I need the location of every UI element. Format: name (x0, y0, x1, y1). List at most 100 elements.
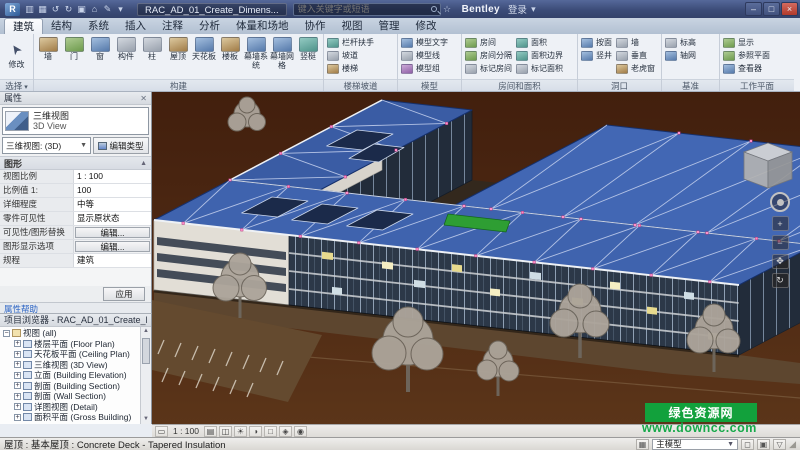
help-search[interactable] (293, 3, 441, 16)
railing-button[interactable]: 栏杆扶手 (325, 36, 376, 49)
exclude-options-icon[interactable]: ◻ (741, 439, 754, 450)
expand-box-icon[interactable]: + (14, 382, 21, 389)
visibility-edit-button[interactable]: 编辑... (75, 227, 150, 238)
room-separator-button[interactable]: 房间分隔 (463, 49, 514, 62)
viewcube[interactable] (744, 143, 792, 188)
wall-opening-button[interactable]: 墙 (614, 36, 641, 49)
apply-button[interactable]: 应用 (103, 287, 145, 301)
model-text-button[interactable]: 模型文字 (399, 36, 450, 49)
scale-value[interactable]: 100 (74, 184, 151, 197)
app-logo[interactable]: R (5, 3, 20, 16)
steering-wheel-icon[interactable] (770, 192, 790, 212)
section-graphics[interactable]: 图形 ▲ (0, 156, 151, 170)
tab-analyze[interactable]: 分析 (191, 18, 228, 34)
crop-view-icon[interactable]: □ (264, 426, 277, 437)
viewer-button[interactable]: 查看器 (721, 62, 764, 75)
graphic-display-edit-button[interactable]: 编辑... (75, 241, 150, 252)
area-boundary-button[interactable]: 面积边界 (514, 49, 565, 62)
expand-box-icon[interactable]: + (14, 393, 21, 400)
tab-manage[interactable]: 管理 (371, 18, 408, 34)
tab-view[interactable]: 视图 (334, 18, 371, 34)
scale-icon[interactable]: ▭ (155, 426, 168, 437)
model-line-button[interactable]: 模型线 (399, 49, 442, 62)
parts-visibility-value[interactable]: 显示原状态 (74, 212, 151, 225)
window-button[interactable]: 窗 (87, 36, 113, 62)
modify-icon[interactable]: ✎ (101, 3, 114, 16)
signin-button[interactable]: 登录 (508, 2, 527, 16)
view-scale-button[interactable]: 1 : 100 (170, 426, 202, 436)
search-input[interactable] (298, 4, 426, 15)
wall-button[interactable]: 墙 (35, 36, 61, 62)
maximize-button[interactable]: □ (763, 2, 780, 16)
tag-room-button[interactable]: 标记房间 (463, 62, 514, 75)
tab-collaborate[interactable]: 协作 (297, 18, 334, 34)
expand-box-icon[interactable]: + (14, 403, 21, 410)
component-button[interactable]: 构件 (113, 36, 139, 62)
tab-systems[interactable]: 系统 (80, 18, 117, 34)
shaft-opening-button[interactable]: 竖井 (579, 49, 614, 62)
detail-level-icon[interactable]: ▤ (204, 426, 217, 437)
instance-selector[interactable]: 三维视图: (3D) ▼ (2, 137, 91, 154)
expand-box-icon[interactable]: + (14, 361, 21, 368)
scrollbar-thumb[interactable] (142, 338, 150, 364)
collapse-box-icon[interactable]: − (3, 330, 10, 337)
tab-massing-site[interactable]: 体量和场地 (228, 18, 297, 34)
sun-path-icon[interactable]: ☀ (234, 426, 247, 437)
print-icon[interactable]: ▣ (75, 3, 88, 16)
level-button[interactable]: 标高 (663, 36, 698, 49)
area-button[interactable]: 面积 (514, 36, 549, 49)
close-icon[interactable]: ✕ (140, 92, 147, 104)
shadows-icon[interactable]: ◑ (249, 426, 262, 437)
redo-icon[interactable]: ↻ (62, 3, 75, 16)
minimize-button[interactable]: – (745, 2, 762, 16)
expand-box-icon[interactable]: + (14, 414, 21, 421)
curtain-system-button[interactable]: 幕墙系统 (243, 36, 269, 70)
ceiling-button[interactable]: 天花板 (191, 36, 217, 62)
tab-modify[interactable]: 修改 (408, 18, 445, 34)
room-button[interactable]: 房间 (463, 36, 498, 49)
stair-button[interactable]: 楼梯 (325, 62, 360, 75)
crop-region-icon[interactable]: ◈ (279, 426, 292, 437)
floor-button[interactable]: 楼板 (217, 36, 243, 62)
zoom-out-icon[interactable]: − (772, 235, 789, 250)
ref-plane-button[interactable]: 参照平面 (721, 49, 772, 62)
signin-caret-icon[interactable]: ▾ (527, 3, 540, 16)
column-button[interactable]: 柱 (139, 36, 165, 62)
expand-box-icon[interactable]: + (14, 351, 21, 358)
tab-architecture[interactable]: 建筑 (4, 18, 43, 34)
tag-area-button[interactable]: 标记面积 (514, 62, 565, 75)
view-scale-value[interactable]: 1 : 100 (74, 170, 151, 183)
quick-access-caret-icon[interactable]: ▾ (114, 3, 127, 16)
modify-button[interactable]: ➤ 修改 (2, 36, 32, 70)
show-workplane-button[interactable]: 显示 (721, 36, 756, 49)
visual-style-icon[interactable]: ◫ (219, 426, 232, 437)
home-icon[interactable]: ⌂ (88, 3, 101, 16)
detail-level-value[interactable]: 中等 (74, 198, 151, 211)
tree-item-area-plan[interactable]: +面积平面 (Gross Building) (0, 412, 140, 423)
ramp-button[interactable]: 坡道 (325, 49, 360, 62)
mullion-button[interactable]: 竖梃 (295, 36, 321, 62)
orbit-icon[interactable]: ↻ (772, 273, 789, 288)
panel-label-select[interactable]: 选择 (0, 79, 33, 91)
undo-icon[interactable]: ↺ (49, 3, 62, 16)
pan-icon[interactable]: ✥ (772, 254, 789, 269)
reveal-hidden-icon[interactable]: ◉ (294, 426, 307, 437)
star-icon[interactable]: ☆ (441, 3, 454, 16)
worksets-icon[interactable]: ▦ (636, 439, 649, 450)
model-group-button[interactable]: 模型组 (399, 62, 442, 75)
grid-button[interactable]: 轴网 (663, 49, 698, 62)
by-face-opening-button[interactable]: 按面 (579, 36, 614, 49)
expand-box-icon[interactable]: + (14, 372, 21, 379)
roof-button[interactable]: 屋顶 (165, 36, 191, 62)
design-option-select[interactable]: 主模型 ▼ (652, 439, 738, 450)
save-icon[interactable]: ▦ (36, 3, 49, 16)
vertical-opening-button[interactable]: 垂直 (614, 49, 649, 62)
drawing-area[interactable]: + − ✥ ↻ 绿色资源网 (152, 92, 800, 424)
type-selector[interactable]: 三维视图 3D View (2, 107, 149, 135)
dormer-opening-button[interactable]: 老虎窗 (614, 62, 657, 75)
expand-box-icon[interactable]: + (14, 340, 21, 347)
browser-scrollbar[interactable]: ▲ ▼ (140, 327, 151, 424)
close-button[interactable]: × (781, 2, 798, 16)
press-drag-icon[interactable]: ▣ (757, 439, 770, 450)
curtain-grid-button[interactable]: 幕墙网格 (269, 36, 295, 70)
